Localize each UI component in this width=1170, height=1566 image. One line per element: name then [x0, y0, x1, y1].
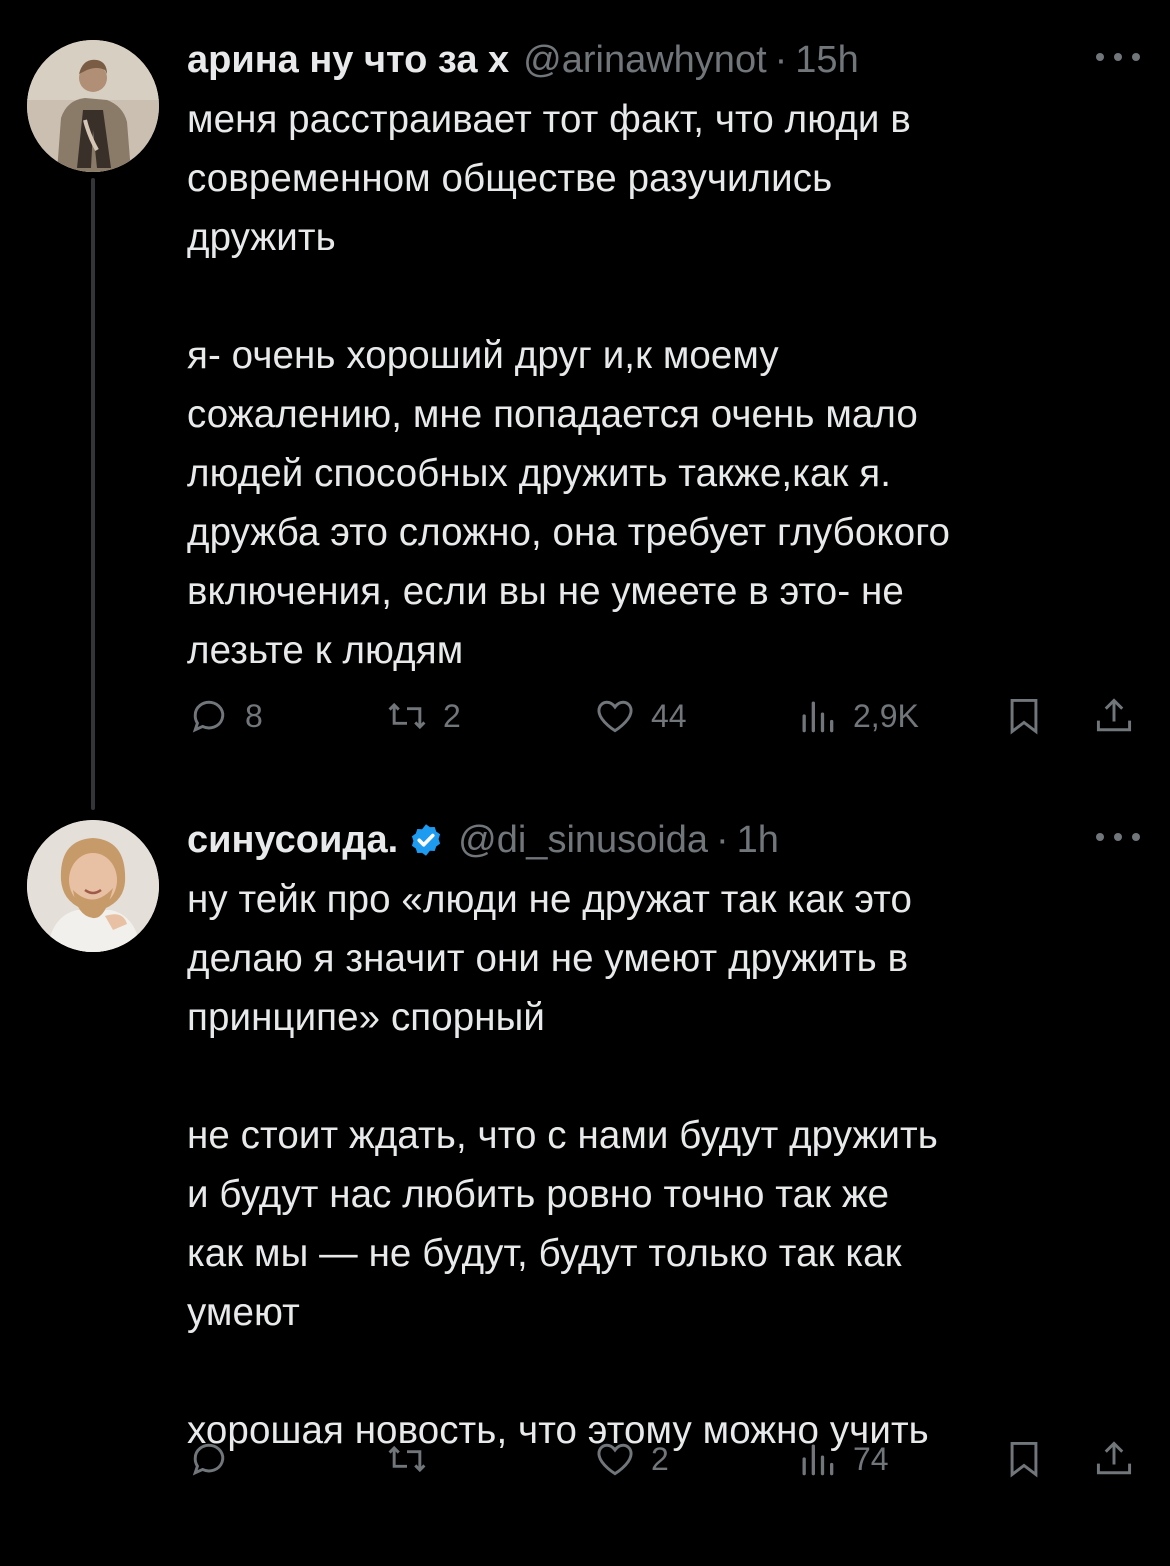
more-icon[interactable]	[1096, 822, 1140, 852]
bookmark-button[interactable]	[1002, 1437, 1046, 1481]
timestamp[interactable]: 1h	[737, 810, 779, 870]
repost-button[interactable]	[385, 1437, 429, 1481]
user-handle[interactable]: @di_sinusoida	[458, 810, 708, 870]
like-icon	[597, 1443, 633, 1476]
repost-icon	[388, 702, 426, 730]
tweet-header: арина ну что за х @arinawhynot · 15h	[187, 30, 1140, 90]
share-button[interactable]	[1092, 694, 1136, 738]
views-button[interactable]: 2,9K	[795, 694, 919, 738]
tweet-content: синусоида. @di_sinusoida · 1h ну тейк пр…	[187, 810, 1140, 1460]
avatar[interactable]	[27, 40, 159, 172]
bookmark-icon	[1010, 698, 1038, 735]
reply-icon	[192, 700, 225, 733]
view-count: 74	[853, 1440, 889, 1477]
repost-count: 2	[443, 697, 461, 734]
repost-icon	[388, 1445, 426, 1473]
reply-count: 8	[245, 697, 263, 734]
bookmark-button[interactable]	[1002, 694, 1046, 738]
like-count: 2	[651, 1440, 669, 1477]
share-icon	[1096, 1441, 1132, 1475]
view-count: 2,9K	[853, 697, 919, 734]
tweet-text: ну тейк про «люди не дружат так как это …	[187, 878, 938, 1452]
like-button[interactable]: 44	[593, 694, 687, 738]
user-handle[interactable]: @arinawhynot	[523, 30, 766, 90]
timestamp[interactable]: 15h	[795, 30, 858, 90]
more-icon[interactable]	[1096, 42, 1140, 72]
action-bar: 2 74	[187, 1429, 1140, 1489]
action-bar: 8 2 44 2,9K	[187, 686, 1140, 746]
views-icon	[802, 1444, 834, 1476]
like-icon	[597, 700, 633, 733]
reply-icon	[192, 1443, 225, 1476]
thread-view: арина ну что за х @arinawhynot · 15h мен…	[0, 0, 1170, 1566]
tweet-header: синусоида. @di_sinusoida · 1h	[187, 810, 1140, 870]
views-button[interactable]: 74	[795, 1437, 889, 1481]
share-icon	[1096, 698, 1132, 732]
like-count: 44	[651, 697, 687, 734]
bookmark-icon	[1010, 1441, 1038, 1478]
reply-button[interactable]	[187, 1437, 231, 1481]
like-button[interactable]: 2	[593, 1437, 669, 1481]
tweet-content: арина ну что за х @arinawhynot · 15h мен…	[187, 30, 1140, 680]
avatar[interactable]	[27, 820, 159, 952]
separator-dot: ·	[774, 39, 788, 81]
display-name[interactable]: синусоида.	[187, 810, 398, 870]
display-name[interactable]: арина ну что за х	[187, 30, 509, 90]
verified-badge-icon[interactable]	[408, 822, 444, 858]
repost-button[interactable]: 2	[385, 694, 461, 738]
views-icon	[802, 701, 834, 733]
thread-connector-line	[91, 178, 95, 810]
share-button[interactable]	[1092, 1437, 1136, 1481]
tweet-text: меня расстраивает тот факт, что люди в с…	[187, 98, 951, 672]
separator-dot: ·	[716, 819, 729, 861]
reply-button[interactable]: 8	[187, 694, 263, 738]
